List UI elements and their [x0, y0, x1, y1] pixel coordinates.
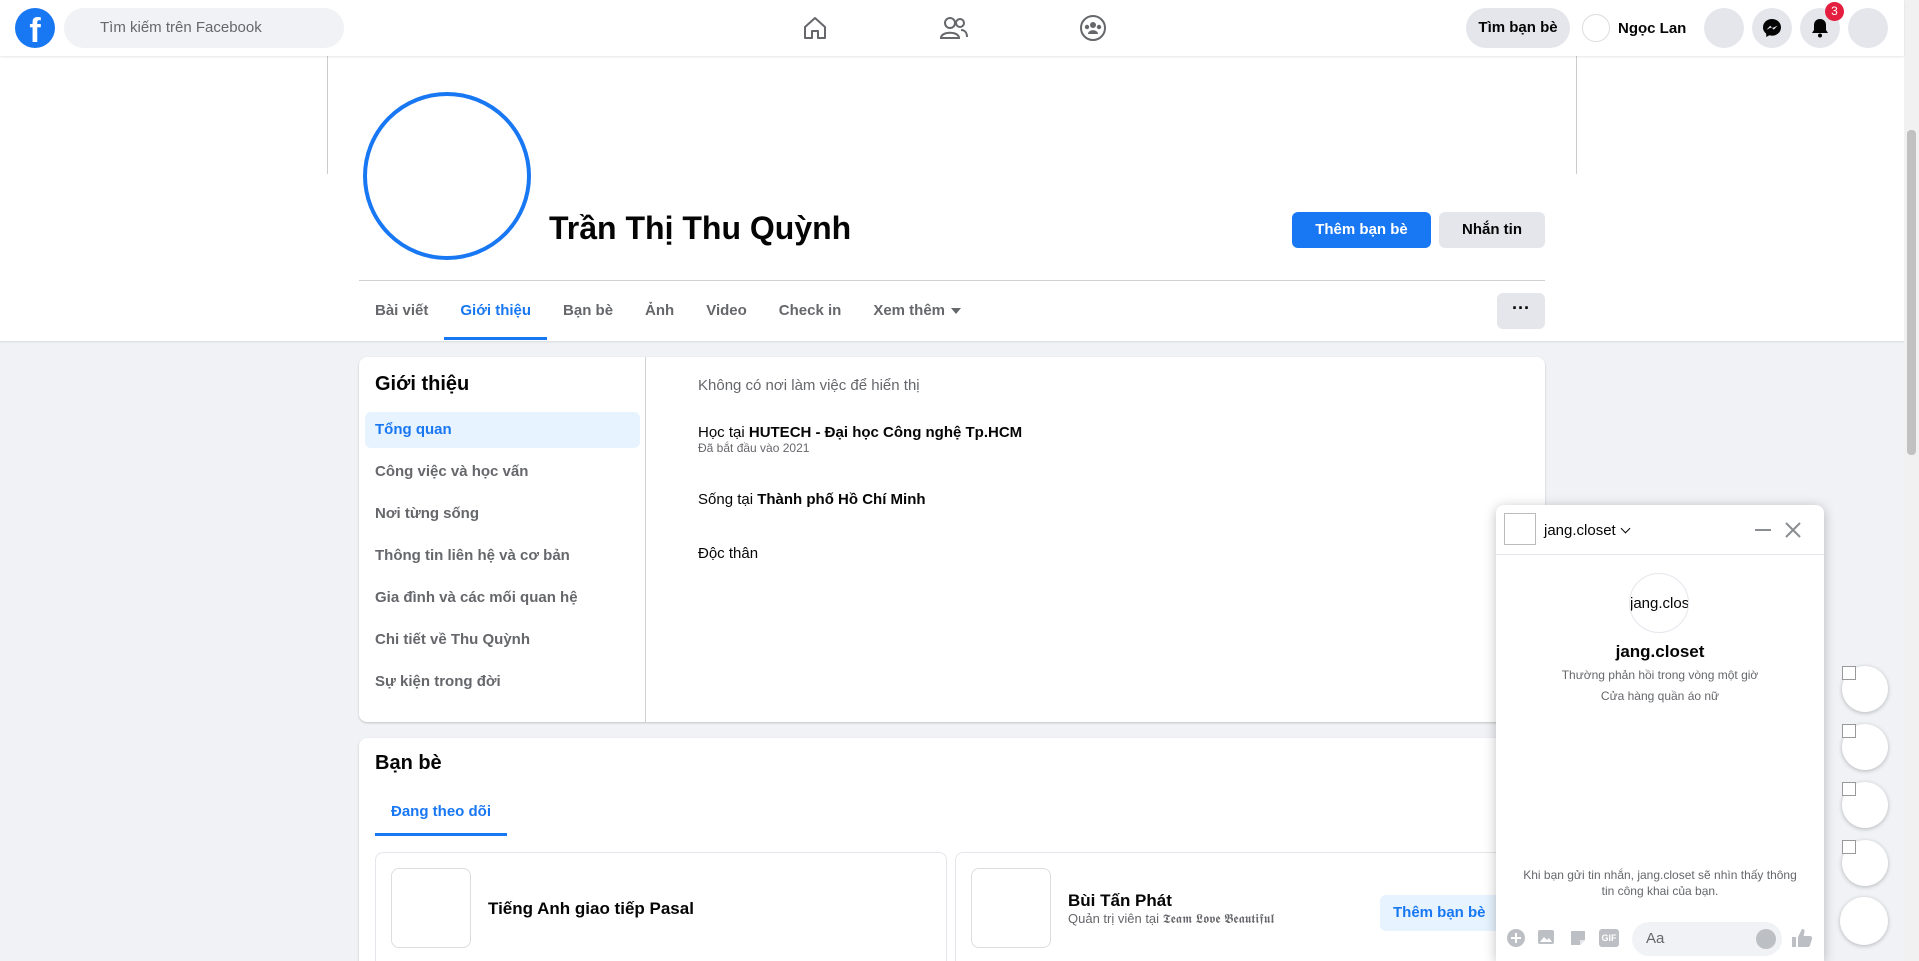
friend-subtitle: Quản trị viên tại 𝕿𝖊𝖆𝖒 𝕷𝖔𝖛𝖊 𝕭𝖊𝖆𝖚𝖙𝖎𝖋𝖚𝖑 — [1068, 911, 1274, 927]
about-title: Giới thiệu — [375, 373, 470, 395]
gif-icon[interactable]: GIF — [1598, 927, 1620, 949]
tab-videos[interactable]: Video — [690, 282, 763, 340]
top-navigation-bar: f Tìm kiếm trên Facebook Tìm bạn bè Ngọc… — [0, 0, 1904, 56]
home-icon[interactable] — [759, 8, 871, 48]
cover-edge — [1576, 56, 1577, 174]
notification-badge: 3 — [1825, 2, 1844, 21]
search-input[interactable]: Tìm kiếm trên Facebook — [64, 8, 344, 48]
chat-response-time: Thường phản hồi trong vòng một giờ — [1561, 668, 1759, 682]
friend-subtitle-prefix: Quản trị viên tại — [1068, 911, 1163, 926]
friend-card[interactable]: Bùi Tấn Phát Quản trị viên tại 𝕿𝖊𝖆𝖒 𝕷𝖔𝖛𝖊… — [955, 852, 1527, 961]
menu-button[interactable] — [1704, 8, 1744, 48]
contact-avatar — [1842, 666, 1856, 680]
education-line: Học tại HUTECH - Đại học Công nghệ Tp.HC… — [698, 424, 1022, 441]
chevron-down-icon — [1620, 523, 1631, 534]
emoji-icon[interactable] — [1756, 929, 1776, 949]
friend-card[interactable]: Tiếng Anh giao tiếp Pasal — [375, 852, 947, 961]
friends-title: Bạn bè — [375, 752, 442, 774]
relationship-status: Độc thân — [698, 545, 759, 562]
friend-name[interactable]: Tiếng Anh giao tiếp Pasal — [488, 899, 694, 919]
tab-photos[interactable]: Ảnh — [629, 282, 690, 340]
chat-header: jang.closet — [1496, 505, 1824, 555]
about-sidebar: Giới thiệu Tổng quan Công việc và học vấ… — [359, 357, 646, 722]
contact-avatar — [1842, 840, 1856, 854]
tab-more[interactable]: Xem thêm — [857, 282, 977, 340]
groups-icon[interactable] — [1037, 8, 1149, 48]
page-scrollbar[interactable] — [1904, 0, 1919, 961]
education-school-link[interactable]: HUTECH - Đại học Công nghệ Tp.HCM — [749, 424, 1022, 441]
chat-composer: GIF Aa — [1496, 915, 1824, 961]
friends-card: Bạn bè Đang theo dõi Tiếng Anh giao tiếp… — [359, 738, 1545, 961]
scrollbar-thumb[interactable] — [1907, 130, 1916, 455]
profile-picture[interactable] — [363, 92, 531, 260]
chat-page-category: Cửa hàng quần áo nữ — [1600, 689, 1720, 703]
more-options-button[interactable]: ··· — [1497, 293, 1545, 329]
friend-subtitle-page[interactable]: 𝕿𝖊𝖆𝖒 𝕷𝖔𝖛𝖊 𝕭𝖊𝖆𝖚𝖙𝖎𝖋𝖚𝖑 — [1163, 911, 1275, 926]
tab-following[interactable]: Đang theo dõi — [375, 790, 507, 836]
chat-contact-label: jang.closet — [1544, 522, 1616, 539]
caret-down-icon — [951, 308, 962, 315]
about-menu-overview[interactable]: Tổng quan — [365, 412, 640, 448]
about-menu-family[interactable]: Gia đình và các mối quan hệ — [365, 580, 640, 616]
minimize-icon[interactable] — [1755, 529, 1771, 531]
residence-line: Sống tại Thành phố Hồ Chí Minh — [698, 491, 926, 508]
gif-label: GIF — [1599, 929, 1619, 947]
cover-edge — [327, 56, 328, 174]
avatar — [1582, 14, 1610, 42]
about-menu-life-events[interactable]: Sự kiện trong đời — [365, 664, 640, 700]
about-menu-details[interactable]: Chi tiết về Thu Quỳnh — [365, 622, 640, 658]
header-divider — [359, 280, 1545, 281]
about-menu-work-education[interactable]: Công việc và học vấn — [365, 454, 640, 490]
photo-icon[interactable] — [1536, 927, 1558, 949]
friend-thumbnail[interactable] — [971, 868, 1051, 948]
facebook-logo[interactable]: f — [15, 8, 55, 50]
contact-avatar — [1842, 782, 1856, 796]
tab-checkins[interactable]: Check in — [763, 282, 858, 340]
tab-friends[interactable]: Bạn bè — [547, 282, 629, 340]
chat-contact-name[interactable]: jang.closet — [1544, 522, 1631, 539]
about-menu-places-lived[interactable]: Nơi từng sống — [365, 496, 640, 532]
account-avatar[interactable] — [1848, 8, 1888, 48]
sticker-icon[interactable] — [1567, 927, 1589, 949]
plus-icon[interactable] — [1505, 927, 1527, 949]
education-start: Đã bắt đầu vào 2021 — [698, 441, 810, 455]
contact-bubble[interactable] — [1842, 840, 1888, 886]
chat-privacy-notice: Khi bạn gửi tin nhắn, jang.closet sẽ nhì… — [1523, 868, 1797, 898]
no-workplace-text: Không có nơi làm việc để hiển thị — [698, 377, 920, 394]
add-friend-button[interactable]: Thêm bạn bè — [1292, 212, 1431, 248]
thumbs-up-icon[interactable] — [1791, 927, 1813, 949]
tab-about[interactable]: Giới thiệu — [444, 282, 547, 340]
message-button[interactable]: Nhắn tin — [1439, 212, 1545, 248]
messenger-icon[interactable] — [1752, 8, 1792, 48]
contact-bubble[interactable] — [1842, 782, 1888, 828]
contact-avatar — [1842, 724, 1856, 738]
chat-profile-avatar[interactable]: jang.clos — [1629, 573, 1689, 633]
notifications-icon[interactable]: 3 — [1800, 2, 1844, 48]
find-friends-button[interactable]: Tìm bạn bè — [1466, 8, 1570, 48]
tab-more-label: Xem thêm — [873, 302, 946, 319]
residence-prefix: Sống tại — [698, 491, 758, 508]
residence-city-link[interactable]: Thành phố Hồ Chí Minh — [757, 491, 925, 508]
about-menu: Tổng quan Công việc và học vấn Nơi từng … — [365, 412, 640, 706]
message-placeholder: Aa — [1646, 930, 1665, 947]
education-prefix: Học tại — [698, 424, 749, 441]
message-input[interactable]: Aa — [1632, 922, 1782, 956]
about-card: Giới thiệu Tổng quan Công việc và học vấ… — [359, 357, 1545, 722]
chat-window: jang.closet jang.clos jang.closet Thường… — [1496, 505, 1824, 961]
close-icon[interactable] — [1783, 520, 1803, 540]
profile-tabs: Bài viết Giới thiệu Bạn bè Ảnh Video Che… — [359, 282, 977, 340]
about-menu-contact-basic[interactable]: Thông tin liên hệ và cơ bản — [365, 538, 640, 574]
profile-name: Trần Thị Thu Quỳnh — [549, 210, 852, 246]
contact-bubble[interactable] — [1842, 666, 1888, 712]
friends-icon[interactable] — [898, 8, 1010, 48]
contact-bubble[interactable] — [1842, 724, 1888, 770]
chat-avatar[interactable] — [1504, 513, 1536, 545]
tab-posts[interactable]: Bài viết — [359, 282, 444, 340]
user-name: Ngọc Lan — [1618, 19, 1687, 37]
friend-thumbnail[interactable] — [391, 868, 471, 948]
chat-profile-name[interactable]: jang.closet — [1496, 642, 1824, 662]
user-profile-link[interactable]: Ngọc Lan — [1582, 12, 1686, 44]
new-message-button[interactable] — [1840, 897, 1888, 945]
friend-name[interactable]: Bùi Tấn Phát — [1068, 891, 1172, 911]
